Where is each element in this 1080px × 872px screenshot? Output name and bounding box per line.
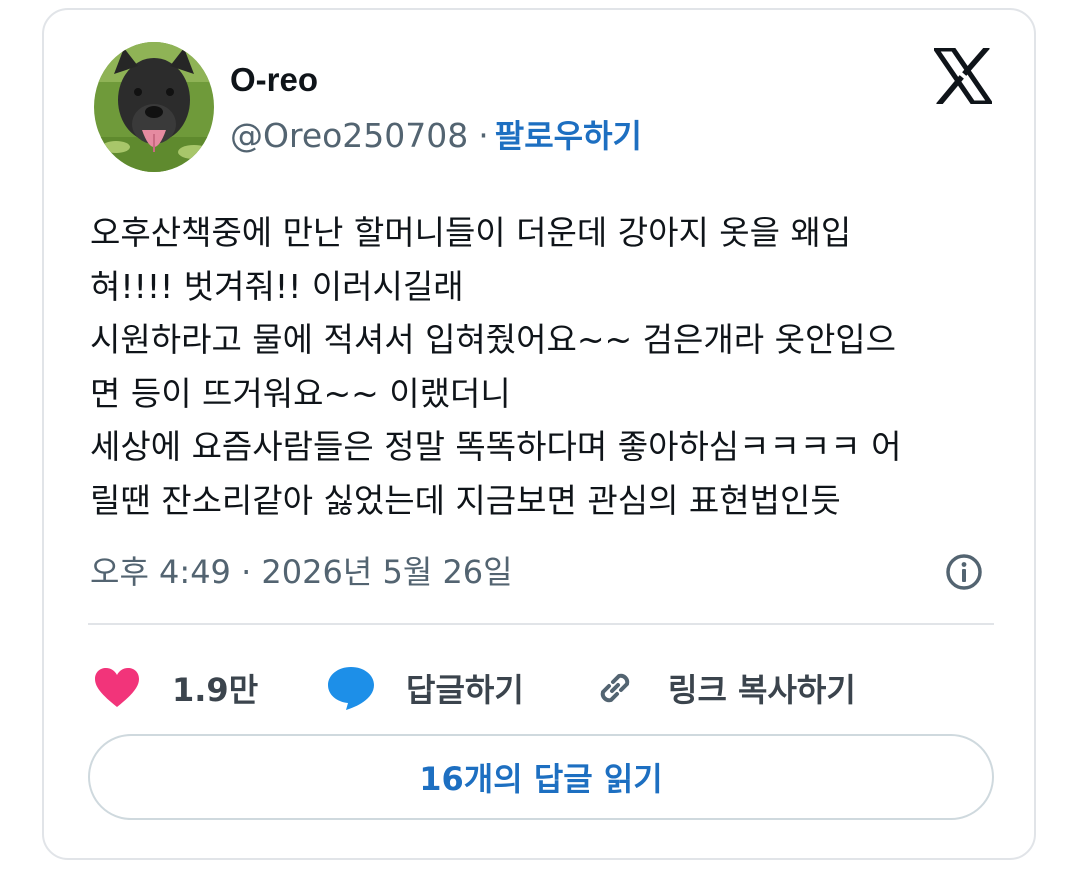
like-button[interactable]: 1.9만 <box>94 658 258 718</box>
author-display-name[interactable]: O-reo <box>230 60 318 100</box>
divider <box>88 623 994 625</box>
dog-photo-avatar <box>94 42 214 172</box>
tweet-text-line: 릴땐 잔소리같아 싫었는데 지금보면 관심의 표현법인듯 <box>90 480 841 520</box>
info-icon[interactable] <box>944 552 984 592</box>
tweet-text-line: 오후산책중에 만난 할머니들이 더운데 강아지 옷을 왜입 <box>90 213 852 252</box>
tweet-text-line: 혀!!!! 벗겨줘!! 이러시길래 <box>90 266 464 306</box>
author-handle[interactable]: @Oreo250708 <box>230 116 468 155</box>
avatar[interactable] <box>94 42 214 172</box>
tweet-timestamp[interactable]: 오후 4:49 · 2026년 5월 26일 <box>90 550 513 594</box>
read-replies-button[interactable]: 16개의 답글 읽기 <box>88 734 994 820</box>
heart-icon <box>95 668 139 707</box>
x-logo-icon[interactable] <box>931 45 995 107</box>
tweet-text-line: 세상에 요즘사람들은 정말 똑똑하다며 좋아하심ㅋㅋㅋㅋ 어 <box>90 427 902 467</box>
copy-link-label: 링크 복사하기 <box>668 671 856 709</box>
reply-label: 답글하기 <box>406 671 524 709</box>
reply-bubble-icon <box>328 667 374 710</box>
handle-separator: · <box>478 116 489 155</box>
author-handle-row: @Oreo250708 · 팔로우하기 <box>230 113 642 159</box>
copy-link-button[interactable]: 링크 복사하기 <box>592 658 856 718</box>
tweet-card: O-reo @Oreo250708 · 팔로우하기 오후산책중에 만난 할머니들이 … <box>42 8 1036 860</box>
tweet-text-line: 면 등이 뜨거워요~~ 이랬더니 <box>90 373 511 413</box>
like-count: 1.9만 <box>172 671 259 709</box>
tweet-text-line: 시원하라고 물에 적셔서 입혀줬어요~~ 검은개라 옷안입으 <box>90 320 897 360</box>
tweet-text: 오후산책중에 만난 할머니들이 더운데 강아지 옷을 왜입 혀!!!! 벗겨줘!… <box>90 206 1010 528</box>
link-icon <box>600 673 630 703</box>
reply-button[interactable]: 답글하기 <box>326 658 524 718</box>
follow-button[interactable]: 팔로우하기 <box>495 117 642 155</box>
